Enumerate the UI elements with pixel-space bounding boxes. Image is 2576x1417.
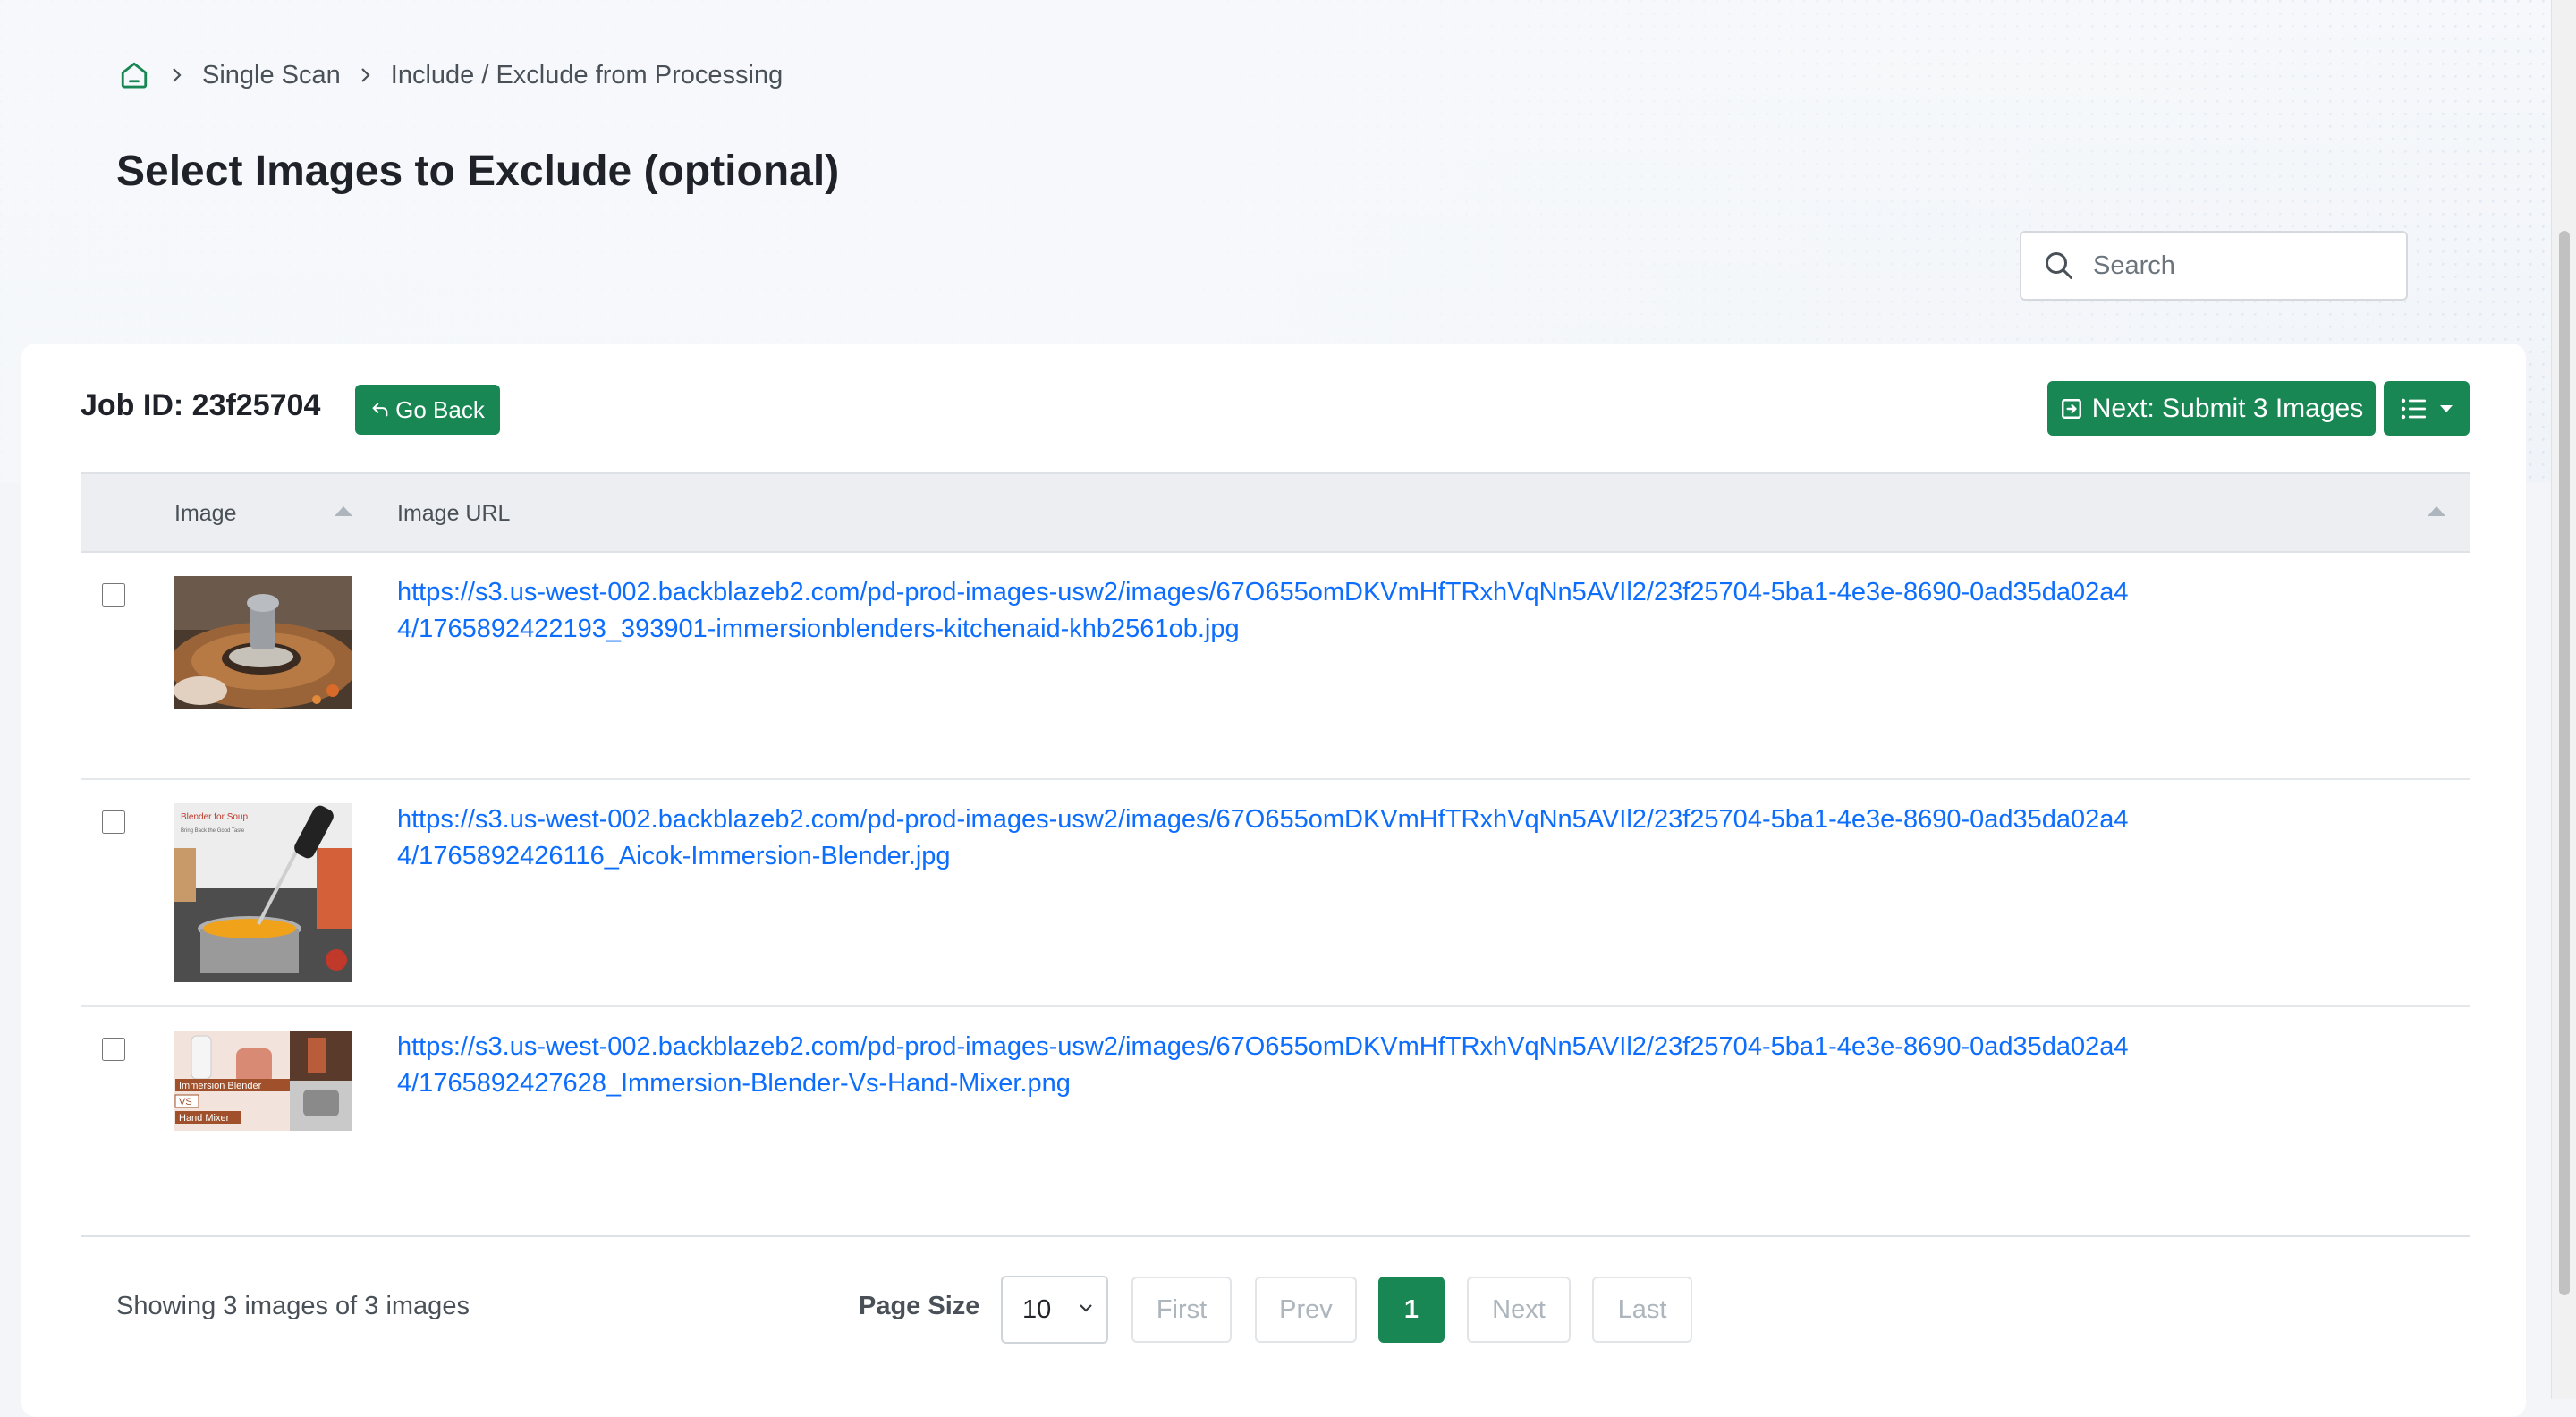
image-thumbnail[interactable]	[174, 576, 352, 713]
chevron-down-icon	[1080, 1304, 1092, 1312]
column-options-dropdown[interactable]	[2384, 381, 2470, 436]
table-row: https://s3.us-west-002.backblazeb2.com/p…	[80, 553, 2470, 780]
thumbnail-text: Blender for Soup	[181, 812, 248, 822]
row-checkbox[interactable]	[102, 583, 125, 607]
chevron-right-icon	[152, 66, 202, 84]
row-checkbox[interactable]	[102, 810, 125, 834]
search-input[interactable]	[2091, 250, 2390, 282]
next-submit-button[interactable]: Next: Submit 3 Images	[2047, 381, 2376, 436]
images-table: Image Image URL https://s3.us-west-002.b…	[80, 472, 2470, 1237]
thumbnail-text: Immersion Blender	[179, 1081, 262, 1091]
pagination-next-button[interactable]: Next	[1467, 1277, 1571, 1343]
breadcrumb-item-current: Include / Exclude from Processing	[390, 60, 784, 89]
breadcrumb: Single Scan Include / Exclude from Proce…	[116, 57, 783, 93]
table-row: Blender for Soup Bring Back the Good Tas…	[80, 780, 2470, 1007]
breadcrumb-item-single-scan[interactable]: Single Scan	[202, 61, 341, 90]
image-url-link[interactable]: https://s3.us-west-002.backblazeb2.com/p…	[397, 574, 2141, 648]
pagination-last-button[interactable]: Last	[1592, 1277, 1692, 1343]
page-title: Select Images to Exclude (optional)	[116, 148, 840, 195]
scrollbar-thumb[interactable]	[2559, 231, 2570, 1295]
thumbnail-text: VS	[179, 1097, 192, 1107]
go-back-button[interactable]: Go Back	[355, 385, 500, 435]
thumbnail-text: Hand Mixer	[179, 1113, 230, 1124]
table-header: Image Image URL	[80, 472, 2470, 553]
job-id-label: Job ID: 23f25704	[80, 388, 321, 422]
image-thumbnail[interactable]: Immersion Blender VS Hand Mixer	[174, 1031, 352, 1135]
sort-up-icon[interactable]	[2428, 506, 2445, 516]
image-url-link[interactable]: https://s3.us-west-002.backblazeb2.com/p…	[397, 802, 2141, 875]
pagination-first-button[interactable]: First	[1131, 1277, 1232, 1343]
image-url-link[interactable]: https://s3.us-west-002.backblazeb2.com/p…	[397, 1029, 2141, 1102]
column-header-image-url[interactable]: Image URL	[397, 501, 510, 527]
sort-up-icon[interactable]	[335, 506, 352, 516]
next-submit-label: Next: Submit 3 Images	[2091, 393, 2364, 423]
pagination-prev-button[interactable]: Prev	[1255, 1277, 1357, 1343]
page-size-label: Page Size	[859, 1292, 980, 1320]
list-icon	[2401, 398, 2426, 419]
chevron-right-icon	[341, 66, 391, 84]
search-box[interactable]	[2020, 231, 2408, 301]
row-checkbox[interactable]	[102, 1038, 125, 1061]
column-header-image[interactable]: Image	[174, 501, 236, 527]
pagination-page-1-button[interactable]: 1	[1378, 1277, 1445, 1343]
return-arrow-icon	[372, 403, 388, 417]
page-size-value: 10	[1022, 1294, 1052, 1324]
thumbnail-text: Bring Back the Good Taste	[181, 828, 245, 834]
page-size-select[interactable]: 10	[1001, 1276, 1108, 1344]
caret-down-icon	[2440, 404, 2453, 412]
page-scrollbar[interactable]	[2551, 0, 2576, 1399]
search-icon	[2043, 250, 2082, 282]
go-back-label: Go Back	[395, 395, 485, 423]
showing-count: Showing 3 images of 3 images	[116, 1292, 470, 1320]
table-row: Immersion Blender VS Hand Mixer https://…	[80, 1007, 2470, 1237]
image-thumbnail[interactable]: Blender for Soup Bring Back the Good Tas…	[174, 803, 352, 987]
home-icon[interactable]	[116, 57, 152, 93]
box-arrow-right-icon	[2061, 398, 2081, 419]
